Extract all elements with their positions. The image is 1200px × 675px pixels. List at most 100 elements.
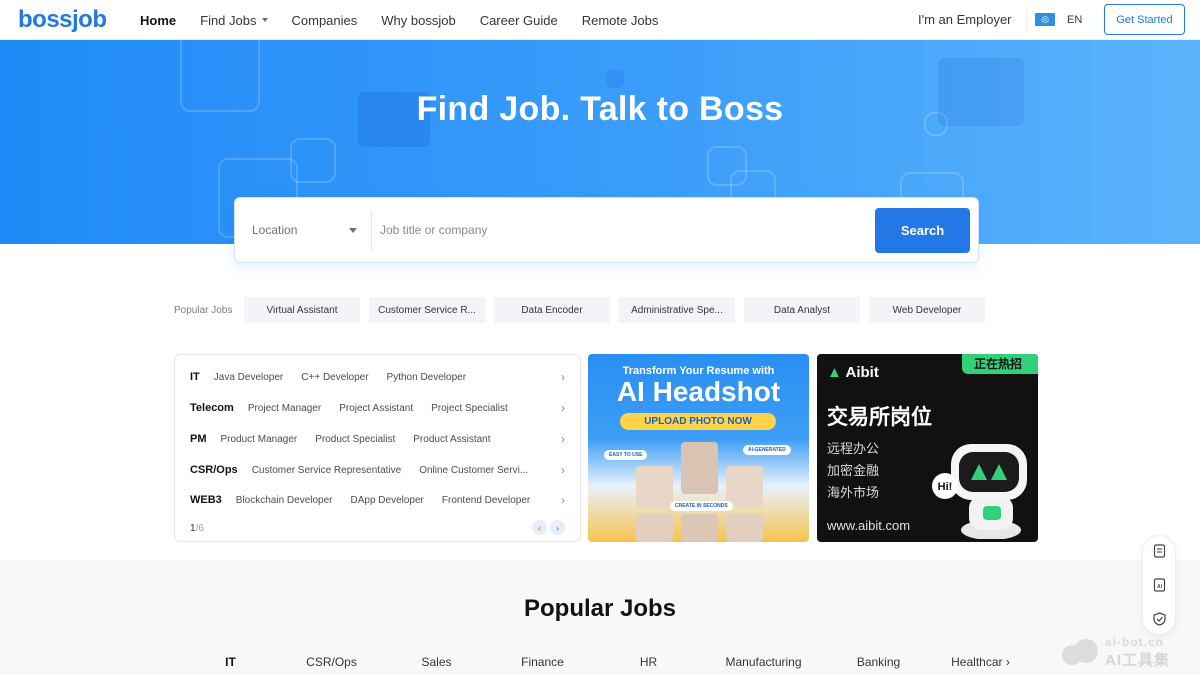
watermark-url: ai-bot.cn (1105, 635, 1164, 649)
subcategory-link[interactable]: Product Assistant (413, 434, 490, 445)
popular-job-chip[interactable]: Customer Service R... (369, 297, 485, 323)
headshot-photo (636, 466, 673, 508)
hiring-badge: 正在热招 (962, 354, 1038, 374)
tab-it[interactable]: IT (178, 655, 283, 669)
popular-jobs-section: Popular Jobs IT CSR/Ops Sales Finance HR… (0, 560, 1200, 675)
popular-job-chip[interactable]: Data Encoder (494, 297, 610, 323)
watermark: ai-bot.cn AI工具集 (1058, 633, 1198, 673)
nav-companies[interactable]: Companies (292, 13, 358, 28)
chevron-right-icon[interactable]: › (561, 493, 565, 507)
category-label: CSR/Ops (190, 464, 238, 476)
resume-icon[interactable] (1153, 544, 1166, 558)
location-select[interactable]: Location (252, 223, 297, 237)
section-title: Popular Jobs (523, 595, 677, 622)
subcategory-link[interactable]: Customer Service Representative (252, 465, 402, 476)
popular-job-chip[interactable]: Data Analyst (744, 297, 860, 323)
popular-jobs-tabs: IT CSR/Ops Sales Finance HR Manufacturin… (178, 655, 1028, 675)
headshot-photo (681, 442, 718, 494)
ad-line: 海外市场 (827, 485, 880, 500)
chevron-right-icon[interactable]: › (561, 401, 565, 415)
nav-find-jobs[interactable]: Find Jobs (200, 13, 268, 28)
tab-manufacturing[interactable]: Manufacturing (711, 655, 816, 669)
shield-check-icon[interactable] (1153, 612, 1166, 626)
subcategory-link[interactable]: Project Assistant (339, 403, 413, 414)
tab-sales[interactable]: Sales (384, 655, 489, 669)
search-bar: Location Search (234, 197, 979, 263)
aibit-brand: ▲ Aibit (827, 364, 879, 381)
chevron-right-icon[interactable]: › (561, 463, 565, 477)
next-page-button[interactable]: › (550, 520, 565, 535)
ai-resume-icon[interactable]: AI (1153, 578, 1166, 592)
tab-finance[interactable]: Finance (490, 655, 595, 669)
subcategory-link[interactable]: Blockchain Developer (236, 495, 333, 506)
employer-link[interactable]: I'm an Employer (918, 12, 1012, 27)
popular-job-chip[interactable]: Administrative Spe... (619, 297, 735, 323)
decor-square (606, 70, 624, 88)
get-started-button[interactable]: Get Started (1104, 4, 1185, 35)
divider (371, 212, 372, 250)
category-label: Telecom (190, 402, 234, 414)
ad-badge: CREATE IN SECONDS (670, 501, 733, 511)
category-row-csr-ops[interactable]: CSR/Ops Customer Service Representative … (190, 461, 565, 479)
nav-career-guide[interactable]: Career Guide (480, 13, 558, 28)
ai-headshot-ad[interactable]: Transform Your Resume with AI Headshot U… (588, 354, 809, 542)
category-row-web3[interactable]: WEB3 Blockchain Developer DApp Developer… (190, 491, 565, 509)
subcategory-link[interactable]: Java Developer (214, 372, 283, 383)
aibit-ad[interactable]: ▲ Aibit 正在热招 交易所岗位 远程办公 加密金融 海外市场 www.ai… (817, 354, 1038, 542)
chevron-down-icon (261, 18, 268, 22)
job-search-input[interactable] (380, 218, 860, 242)
tab-csr-ops[interactable]: CSR/Ops (279, 655, 384, 669)
globe-flag-icon: ◎ (1035, 13, 1055, 26)
aibit-logo-icon: ▲ (827, 364, 842, 381)
category-row-telecom[interactable]: Telecom Project Manager Project Assistan… (190, 399, 565, 417)
ad-badge: AI-GENERATED (743, 445, 791, 455)
prev-page-button[interactable]: ‹ (532, 520, 547, 535)
ad-badge: EASY TO USE (604, 450, 648, 460)
watermark-logo-icon (1062, 639, 1098, 665)
ad-line: 远程办公 (827, 441, 880, 456)
language-label: EN (1067, 13, 1083, 26)
chevron-right-icon[interactable]: › (561, 370, 565, 384)
subcategory-link[interactable]: C++ Developer (301, 372, 368, 383)
tab-hr[interactable]: HR (596, 655, 701, 669)
nav-home[interactable]: Home (140, 13, 176, 28)
search-button[interactable]: Search (875, 208, 970, 253)
language-switcher[interactable]: ◎ EN (1026, 6, 1094, 33)
popular-jobs-label: Popular Jobs (174, 304, 233, 316)
nav-why-bossjob[interactable]: Why bossjob (381, 13, 455, 28)
category-pager: 1/6 (190, 523, 204, 534)
popular-job-chip[interactable]: Virtual Assistant (244, 297, 360, 323)
headshot-photo (636, 514, 673, 542)
svg-text:AI: AI (1157, 584, 1163, 590)
robot-mascot-icon: Hi! (932, 444, 1027, 539)
ad-headline: 交易所岗位 (827, 406, 932, 429)
headshot-photo (681, 514, 718, 542)
subcategory-link[interactable]: DApp Developer (351, 495, 424, 506)
category-row-it[interactable]: IT Java Developer C++ Developer Python D… (190, 368, 565, 386)
ad-headline: AI Headshot (616, 376, 781, 407)
subcategory-link[interactable]: Product Manager (221, 434, 298, 445)
subcategory-link[interactable]: Frontend Developer (442, 495, 530, 506)
category-label: WEB3 (190, 494, 222, 506)
tab-healthcare-label: Healthcar (951, 655, 1003, 669)
category-row-pm[interactable]: PM Product Manager Product Specialist Pr… (190, 430, 565, 448)
bossjob-logo[interactable]: bossjob (18, 6, 107, 34)
subcategory-link[interactable]: Project Manager (248, 403, 321, 414)
main-menu: Home Find Jobs Companies Why bossjob Car… (140, 0, 682, 40)
subcategory-link[interactable]: Python Developer (387, 372, 467, 383)
popular-job-chip[interactable]: Web Developer (869, 297, 985, 323)
subcategory-link[interactable]: Product Specialist (315, 434, 395, 445)
chevron-right-icon: › (1005, 655, 1010, 669)
job-category-card: IT Java Developer C++ Developer Python D… (174, 354, 581, 542)
nav-remote-jobs[interactable]: Remote Jobs (582, 13, 659, 28)
category-label: IT (190, 371, 200, 383)
subcategory-link[interactable]: Project Specialist (431, 403, 508, 414)
tab-banking[interactable]: Banking (826, 655, 931, 669)
upload-photo-button[interactable]: UPLOAD PHOTO NOW (620, 413, 776, 430)
page-total: /6 (195, 523, 204, 534)
category-label: PM (190, 433, 207, 445)
ad-url: www.aibit.com (827, 518, 911, 533)
subcategory-link[interactable]: Online Customer Servi... (419, 465, 528, 476)
tab-healthcare[interactable]: Healthcar › (928, 655, 1033, 669)
chevron-right-icon[interactable]: › (561, 432, 565, 446)
